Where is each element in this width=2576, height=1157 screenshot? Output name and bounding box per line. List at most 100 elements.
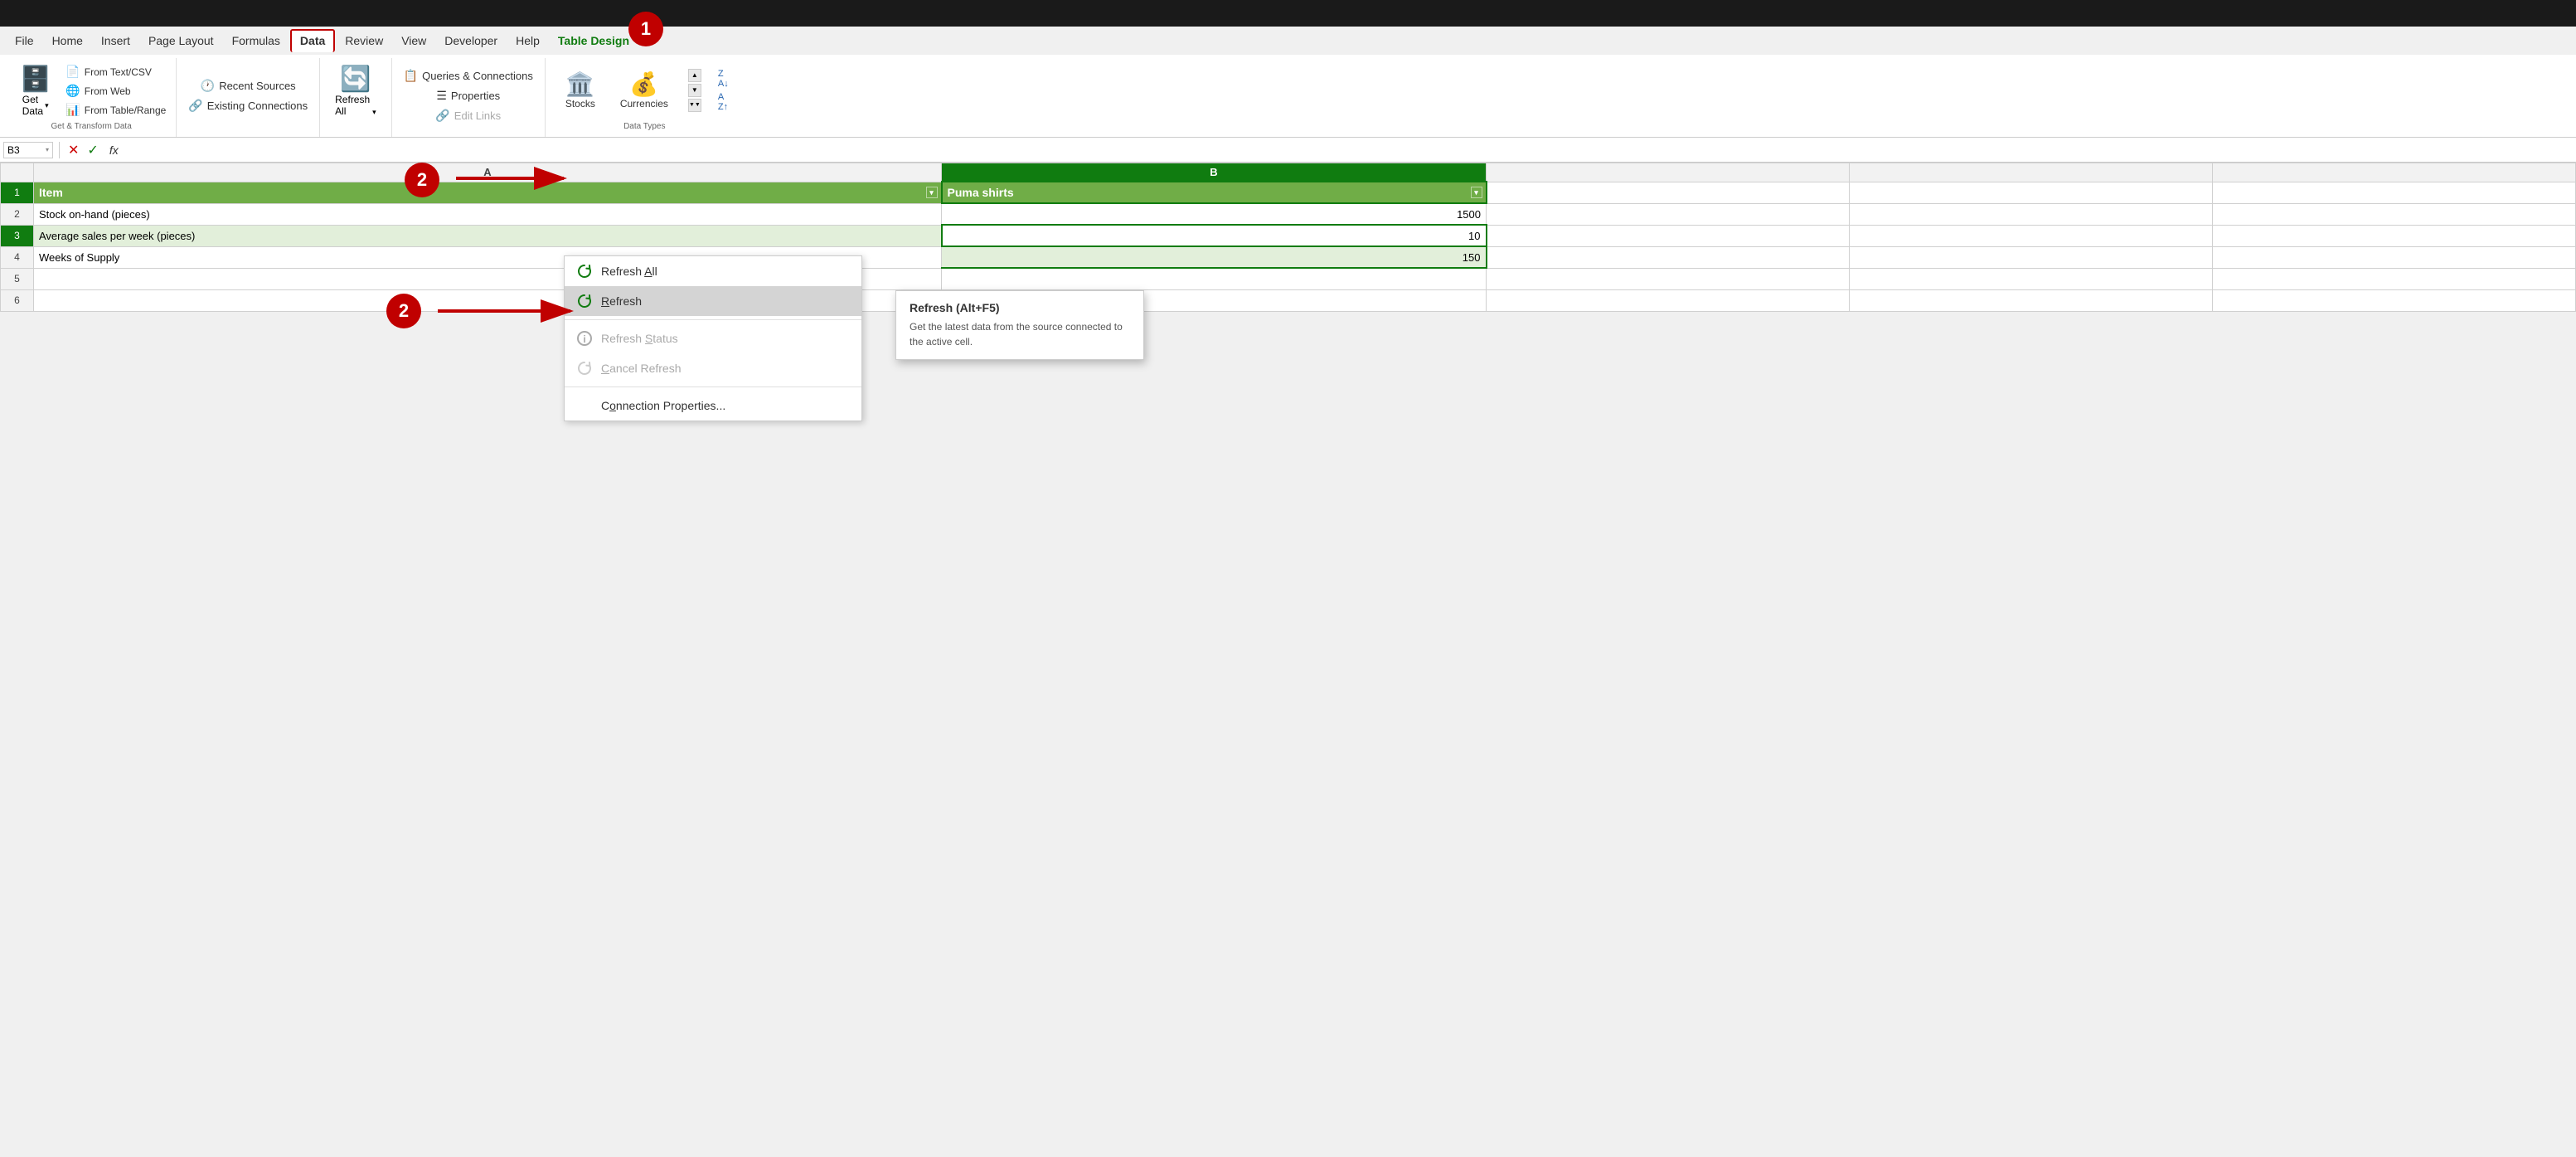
menu-item-developer[interactable]: Developer	[436, 31, 506, 51]
cell-b1[interactable]: Puma shirts ▾	[942, 182, 1487, 203]
get-data-arrow: ▾	[45, 101, 49, 110]
tooltip-box: Refresh (Alt+F5) Get the latest data fro…	[895, 290, 1144, 360]
col-header-e[interactable]	[2213, 163, 2576, 182]
refresh-menu-icon	[576, 293, 593, 309]
menu-item-help[interactable]: Help	[507, 31, 548, 51]
scroll-up-arrow[interactable]: ▲	[688, 69, 701, 82]
from-text-csv-icon: 📄	[65, 65, 80, 79]
scroll-reset-arrow[interactable]: ▼▼	[688, 99, 701, 112]
cell-b2[interactable]: 1500	[942, 203, 1487, 225]
cell-c3[interactable]	[1487, 225, 1850, 246]
get-data-label: GetData	[22, 94, 43, 117]
col-header-c[interactable]	[1487, 163, 1850, 182]
refresh-all-dropdown-arrow: ▾	[372, 108, 376, 117]
dropdown-connection-props-item[interactable]: Connection Properties...	[565, 391, 861, 421]
row-header-2: 2	[1, 203, 34, 225]
col-header-d[interactable]	[1850, 163, 2213, 182]
dropdown-divider-1	[565, 319, 861, 320]
cell-a1-dropdown[interactable]: ▾	[926, 187, 938, 198]
scroll-down-arrow[interactable]: ▼	[688, 84, 701, 97]
sort-za-button[interactable]: ZA↓	[715, 68, 732, 90]
properties-button[interactable]: ☰ Properties	[433, 87, 503, 105]
data-types-label: Data Types	[623, 120, 665, 134]
recent-sources-icon: 🕐	[201, 79, 215, 93]
ribbon-group-queries: 📋 Queries & Connections ☰ Properties 🔗 E…	[392, 58, 546, 137]
cell-c5[interactable]	[1487, 268, 1850, 289]
row-header-corner	[1, 163, 34, 182]
queries-connections-button[interactable]: 📋 Queries & Connections	[400, 67, 536, 85]
cell-c6[interactable]	[1487, 289, 1850, 311]
cell-e5[interactable]	[2213, 268, 2576, 289]
dropdown-refresh-item[interactable]: Refresh	[565, 286, 861, 316]
from-text-csv-button[interactable]: 📄 From Text/CSV	[62, 63, 169, 80]
menu-item-review[interactable]: Review	[337, 31, 391, 51]
recent-sources-button[interactable]: 🕐 Recent Sources	[197, 77, 299, 95]
cell-e4[interactable]	[2213, 246, 2576, 268]
annotation-1: 1	[628, 12, 663, 46]
cell-b4[interactable]: 150	[942, 246, 1487, 268]
menu-bar: File Home Insert Page Layout Formulas Da…	[0, 27, 2576, 55]
menu-item-file[interactable]: File	[7, 31, 42, 51]
formula-confirm-button[interactable]: ✓	[85, 142, 100, 158]
from-table-icon: 📊	[65, 103, 80, 117]
menu-item-insert[interactable]: Insert	[93, 31, 138, 51]
cell-b3[interactable]: 10	[942, 225, 1487, 246]
cell-d2[interactable]	[1850, 203, 2213, 225]
from-table-range-button[interactable]: 📊 From Table/Range	[62, 101, 169, 119]
connection-props-spacer	[576, 397, 593, 414]
cell-e2[interactable]	[2213, 203, 2576, 225]
cell-a1[interactable]: Item ▾	[34, 182, 942, 203]
cell-b1-dropdown[interactable]: ▾	[1471, 187, 1482, 198]
menu-item-view[interactable]: View	[393, 31, 434, 51]
cell-d5[interactable]	[1850, 268, 2213, 289]
stocks-label: Stocks	[565, 98, 595, 109]
cell-c1[interactable]	[1487, 182, 1850, 203]
menu-item-formulas[interactable]: Formulas	[224, 31, 289, 51]
menu-item-home[interactable]: Home	[44, 31, 91, 51]
formula-bar: B3 ▾ ✕ ✓ fx	[0, 138, 2576, 163]
stocks-icon: 🏛️	[565, 70, 594, 98]
dropdown-refresh-all-item[interactable]: Refresh All	[565, 256, 861, 286]
menu-item-table-design[interactable]: Table Design	[550, 31, 638, 51]
ribbon-group-data-types: 🏛️ Stocks 💰 Currencies ▲ ▼ ▼▼ ZA↓ AZ↑	[546, 58, 744, 137]
formula-fx-label: fx	[104, 143, 124, 157]
ribbon-group-connections: 🕐 Recent Sources 🔗 Existing Connections	[177, 58, 320, 137]
refresh-all-button[interactable]: 🔄 RefreshAll ▾	[328, 61, 383, 120]
formula-cancel-button[interactable]: ✕	[65, 142, 81, 158]
dropdown-cancel-refresh-item: Cancel Refresh	[565, 353, 861, 383]
stocks-button[interactable]: 🏛️ Stocks	[557, 67, 604, 113]
cell-e1[interactable]	[2213, 182, 2576, 203]
cell-ref-box[interactable]: B3 ▾	[3, 142, 53, 158]
data-type-scroll-arrows: ▲ ▼ ▼▼	[688, 69, 701, 112]
cell-e3[interactable]	[2213, 225, 2576, 246]
cell-d6[interactable]	[1850, 289, 2213, 311]
cell-a2[interactable]: Stock on-hand (pieces)	[34, 203, 942, 225]
cell-d4[interactable]	[1850, 246, 2213, 268]
refresh-all-menu-icon	[576, 263, 593, 280]
get-data-button[interactable]: 🗄️ GetData ▾	[13, 61, 57, 120]
edit-links-button[interactable]: 🔗 Edit Links	[432, 107, 504, 124]
menu-item-data[interactable]: Data	[290, 29, 335, 52]
existing-connections-button[interactable]: 🔗 Existing Connections	[185, 97, 311, 114]
annotation-2b: 2	[386, 294, 421, 328]
cell-ref-arrow: ▾	[46, 146, 49, 153]
sort-az-button[interactable]: AZ↑	[715, 91, 732, 113]
col-header-b[interactable]: B	[942, 163, 1487, 182]
cell-d1[interactable]	[1850, 182, 2213, 203]
title-bar	[0, 0, 2576, 27]
cell-b5[interactable]	[942, 268, 1487, 289]
cell-c2[interactable]	[1487, 203, 1850, 225]
cancel-refresh-icon	[576, 360, 593, 377]
ribbon-toolbar: 🗄️ GetData ▾ 📄 From Text/CSV 🌐 From Web	[0, 55, 2576, 138]
col-header-a[interactable]: A	[34, 163, 942, 182]
row-header-1: 1	[1, 182, 34, 203]
cell-a3[interactable]: Average sales per week (pieces)	[34, 225, 942, 246]
cell-c4[interactable]	[1487, 246, 1850, 268]
currencies-button[interactable]: 💰 Currencies	[612, 67, 677, 113]
cell-d3[interactable]	[1850, 225, 2213, 246]
sort-z-buttons: ZA↓ AZ↑	[715, 68, 732, 113]
from-web-button[interactable]: 🌐 From Web	[62, 82, 169, 100]
menu-item-page-layout[interactable]: Page Layout	[140, 31, 222, 51]
ribbon-group-refresh: 🔄 RefreshAll ▾	[320, 58, 392, 137]
cell-e6[interactable]	[2213, 289, 2576, 311]
